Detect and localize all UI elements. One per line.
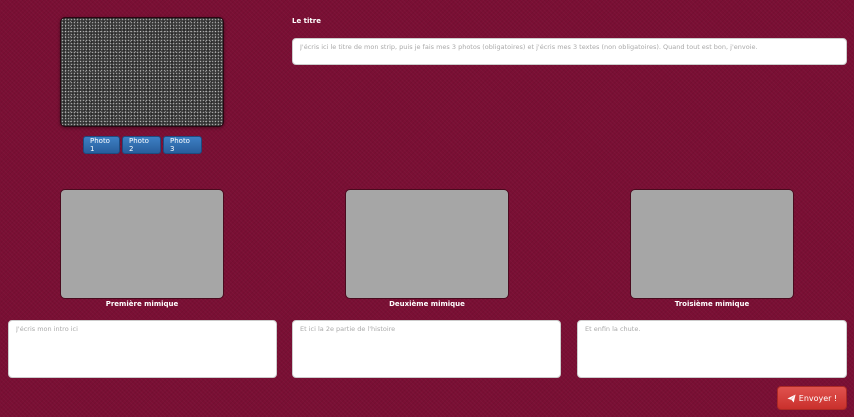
send-icon <box>787 393 796 403</box>
title-label: Le titre <box>292 17 321 25</box>
intro-text-field[interactable]: J'écris mon intro ici <box>8 320 277 378</box>
second-mimic-photo <box>345 189 509 299</box>
third-mimic-photo <box>630 189 794 299</box>
photo-button-group: Photo 1 Photo 2 Photo 3 <box>83 136 202 154</box>
send-button-label: Envoyer ! <box>798 393 838 403</box>
first-mimic-label: Première mimique <box>105 300 179 308</box>
send-button[interactable]: Envoyer ! <box>777 386 847 410</box>
middle-text-placeholder: Et ici la 2e partie de l'histoire <box>300 325 396 333</box>
ending-text-placeholder: Et enfin la chute. <box>585 325 641 333</box>
title-input[interactable]: J'écris ici le titre de mon strip, puis … <box>292 38 847 65</box>
second-mimic-label: Deuxième mimique <box>389 300 465 308</box>
ending-text-field[interactable]: Et enfin la chute. <box>577 320 847 378</box>
photo-3-button[interactable]: Photo 3 <box>163 136 202 154</box>
photo-1-button[interactable]: Photo 1 <box>83 136 120 154</box>
first-mimic-photo <box>60 189 224 299</box>
middle-text-field[interactable]: Et ici la 2e partie de l'histoire <box>292 320 561 378</box>
camera-preview <box>60 17 224 127</box>
intro-text-placeholder: J'écris mon intro ici <box>16 325 78 333</box>
third-mimic-label: Troisième mimique <box>674 300 750 308</box>
photo-2-button[interactable]: Photo 2 <box>122 136 161 154</box>
title-input-placeholder: J'écris ici le titre de mon strip, puis … <box>300 43 758 51</box>
